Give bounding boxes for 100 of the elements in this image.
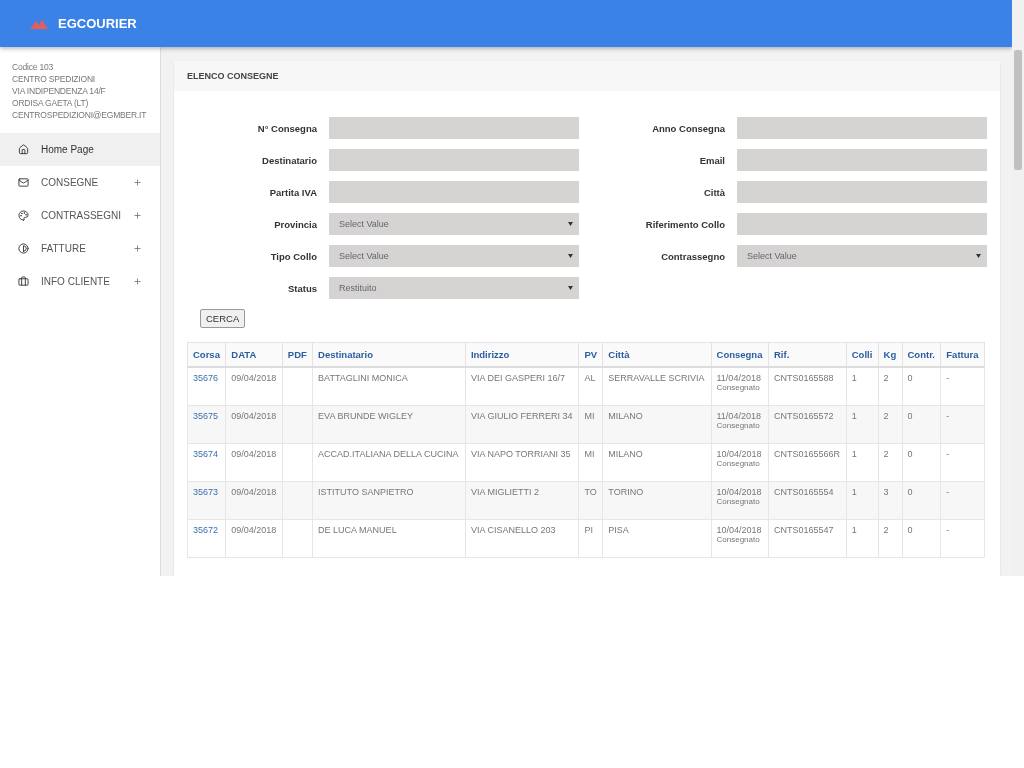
table-cell: VIA DEI GASPERI 16/7 bbox=[465, 367, 579, 406]
column-header: Corsa bbox=[187, 342, 226, 367]
table-cell: VIA CISANELLO 203 bbox=[465, 519, 579, 558]
sidebar-item[interactable]: CONSEGNE bbox=[0, 166, 160, 199]
input-field[interactable] bbox=[329, 149, 579, 171]
select-field[interactable]: Restituito bbox=[329, 277, 579, 299]
delivery-link[interactable]: 35674 bbox=[193, 449, 219, 459]
table-cell: VIA GIULIO FERRERI 34 bbox=[465, 405, 579, 444]
table-cell: - bbox=[940, 481, 985, 520]
table-cell: CNTS0165572 bbox=[768, 405, 847, 444]
table-cell: ISTITUTO SANPIETRO bbox=[312, 481, 466, 520]
column-header: Colli bbox=[846, 342, 879, 367]
delivery-status: Consegnato bbox=[716, 421, 761, 430]
input-field[interactable] bbox=[737, 181, 987, 203]
table-cell: SERRAVALLE SCRIVIA bbox=[602, 367, 712, 406]
table-cell: CNTS0165588 bbox=[768, 367, 847, 406]
table-cell: 09/04/2018 bbox=[225, 405, 283, 444]
column-header: Città bbox=[602, 342, 712, 367]
delivery-link[interactable]: 35673 bbox=[193, 487, 219, 497]
table-cell: 0 bbox=[902, 367, 941, 406]
half-circle-icon bbox=[18, 243, 29, 254]
field-label: Riferimento Collo bbox=[644, 218, 725, 230]
table-cell: BATTAGLINI MONICA bbox=[312, 367, 466, 406]
table-cell: 0 bbox=[902, 519, 941, 558]
table-cell: CNTS0165566R bbox=[768, 443, 847, 482]
customer-info-line: ORDISA GAETA (LT) bbox=[12, 97, 90, 109]
table-cell: 09/04/2018 bbox=[225, 367, 283, 406]
field-label: Contrassegno bbox=[660, 250, 725, 262]
table-cell: - bbox=[940, 443, 985, 482]
table-cell: 10/04/2018 bbox=[716, 449, 763, 459]
field-label: Email bbox=[698, 154, 725, 166]
select-field[interactable]: Select Value bbox=[329, 245, 579, 267]
input-field[interactable] bbox=[737, 213, 987, 235]
search-button[interactable]: CERCA bbox=[200, 309, 246, 328]
envelope-icon bbox=[18, 177, 29, 188]
table-cell: TORINO bbox=[602, 481, 712, 520]
field-label: Partita IVA bbox=[268, 186, 317, 198]
table-cell: 0 bbox=[902, 405, 941, 444]
table-cell: - bbox=[940, 405, 985, 444]
brand-name: EGCOURIER bbox=[58, 16, 137, 31]
briefcase-icon bbox=[18, 276, 29, 287]
table-cell-text: 11/04/2018 bbox=[716, 373, 762, 383]
field-label: Destinatario bbox=[261, 154, 317, 166]
table-cell: 0 bbox=[902, 481, 941, 520]
table-cell: PISA bbox=[602, 519, 712, 558]
delivery-status: Consegnato bbox=[716, 535, 761, 544]
table-cell: VIA MIGLIETTI 2 bbox=[465, 481, 579, 520]
table-cell: CNTS0165547 bbox=[768, 519, 847, 558]
delivery-status: Consegnato bbox=[716, 459, 761, 468]
input-field[interactable] bbox=[329, 181, 579, 203]
column-header: Fattura bbox=[940, 342, 985, 367]
select-field[interactable]: Select Value bbox=[737, 245, 987, 267]
delivery-link[interactable]: 35676 bbox=[193, 373, 219, 383]
table-cell: EVA BRUNDE WIGLEY bbox=[312, 405, 466, 444]
column-header: DATA bbox=[225, 342, 283, 367]
column-header: PV bbox=[578, 342, 603, 367]
table-cell: 10/04/2018 bbox=[716, 525, 763, 535]
sidebar-item[interactable]: Home Page bbox=[0, 133, 160, 166]
customer-info-line: CENTROSPEDIZIONI@EGMBER.IT bbox=[12, 109, 148, 121]
field-label: Anno Consegna bbox=[651, 122, 725, 134]
delivery-link[interactable]: 35675 bbox=[193, 411, 219, 421]
table-cell: - bbox=[940, 519, 985, 558]
column-header: Indirizzo bbox=[465, 342, 579, 367]
delivery-status: Consegnato bbox=[716, 383, 761, 392]
column-header: Kg bbox=[878, 342, 902, 367]
table-cell: CNTS0165554 bbox=[768, 481, 847, 520]
caret-icon bbox=[568, 222, 573, 226]
column-header: Rif. bbox=[768, 342, 847, 367]
select-field[interactable]: Select Value bbox=[329, 213, 579, 235]
column-header: PDF bbox=[282, 342, 313, 367]
table-cell: 09/04/2018 bbox=[225, 519, 283, 558]
logo-icon bbox=[30, 18, 48, 29]
field-label: Status bbox=[286, 282, 317, 294]
input-field[interactable] bbox=[329, 117, 579, 139]
table-cell: 10/04/2018 bbox=[716, 487, 763, 497]
caret-icon bbox=[976, 254, 981, 258]
field-label: Provincia bbox=[273, 218, 317, 230]
input-field[interactable] bbox=[737, 117, 987, 139]
sidebar-item[interactable]: INFO CLIENTE bbox=[0, 265, 160, 298]
delivery-status: Consegnato bbox=[716, 497, 761, 506]
table-cell: MILANO bbox=[602, 443, 712, 482]
table-cell: MILANO bbox=[602, 405, 712, 444]
column-header: Destinatario bbox=[312, 342, 466, 367]
table-cell: 0 bbox=[902, 443, 941, 482]
delivery-link[interactable]: 35672 bbox=[193, 525, 219, 535]
customer-info-line: Codice 103 bbox=[12, 61, 54, 73]
panel-title: ELENCO CONSEGNE bbox=[174, 61, 1000, 91]
table-cell: ACCAD.ITALIANA DELLA CUCINA bbox=[312, 443, 466, 482]
sidebar-item[interactable]: CONTRASSEGNI bbox=[0, 199, 160, 232]
table-cell: VIA NAPO TORRIANI 35 bbox=[465, 443, 579, 482]
scrollbar[interactable] bbox=[1012, 0, 1024, 576]
palette-icon bbox=[18, 210, 29, 221]
table-cell: 09/04/2018 bbox=[225, 481, 283, 520]
sidebar-item[interactable]: FATTURE bbox=[0, 232, 160, 265]
caret-icon bbox=[568, 254, 573, 258]
table-cell: DE LUCA MANUEL bbox=[312, 519, 466, 558]
input-field[interactable] bbox=[737, 149, 987, 171]
table-cell: 09/04/2018 bbox=[225, 443, 283, 482]
column-header: Contr. bbox=[902, 342, 941, 367]
customer-info-line: VIA INDIPENDENZA 14/F bbox=[12, 85, 107, 97]
